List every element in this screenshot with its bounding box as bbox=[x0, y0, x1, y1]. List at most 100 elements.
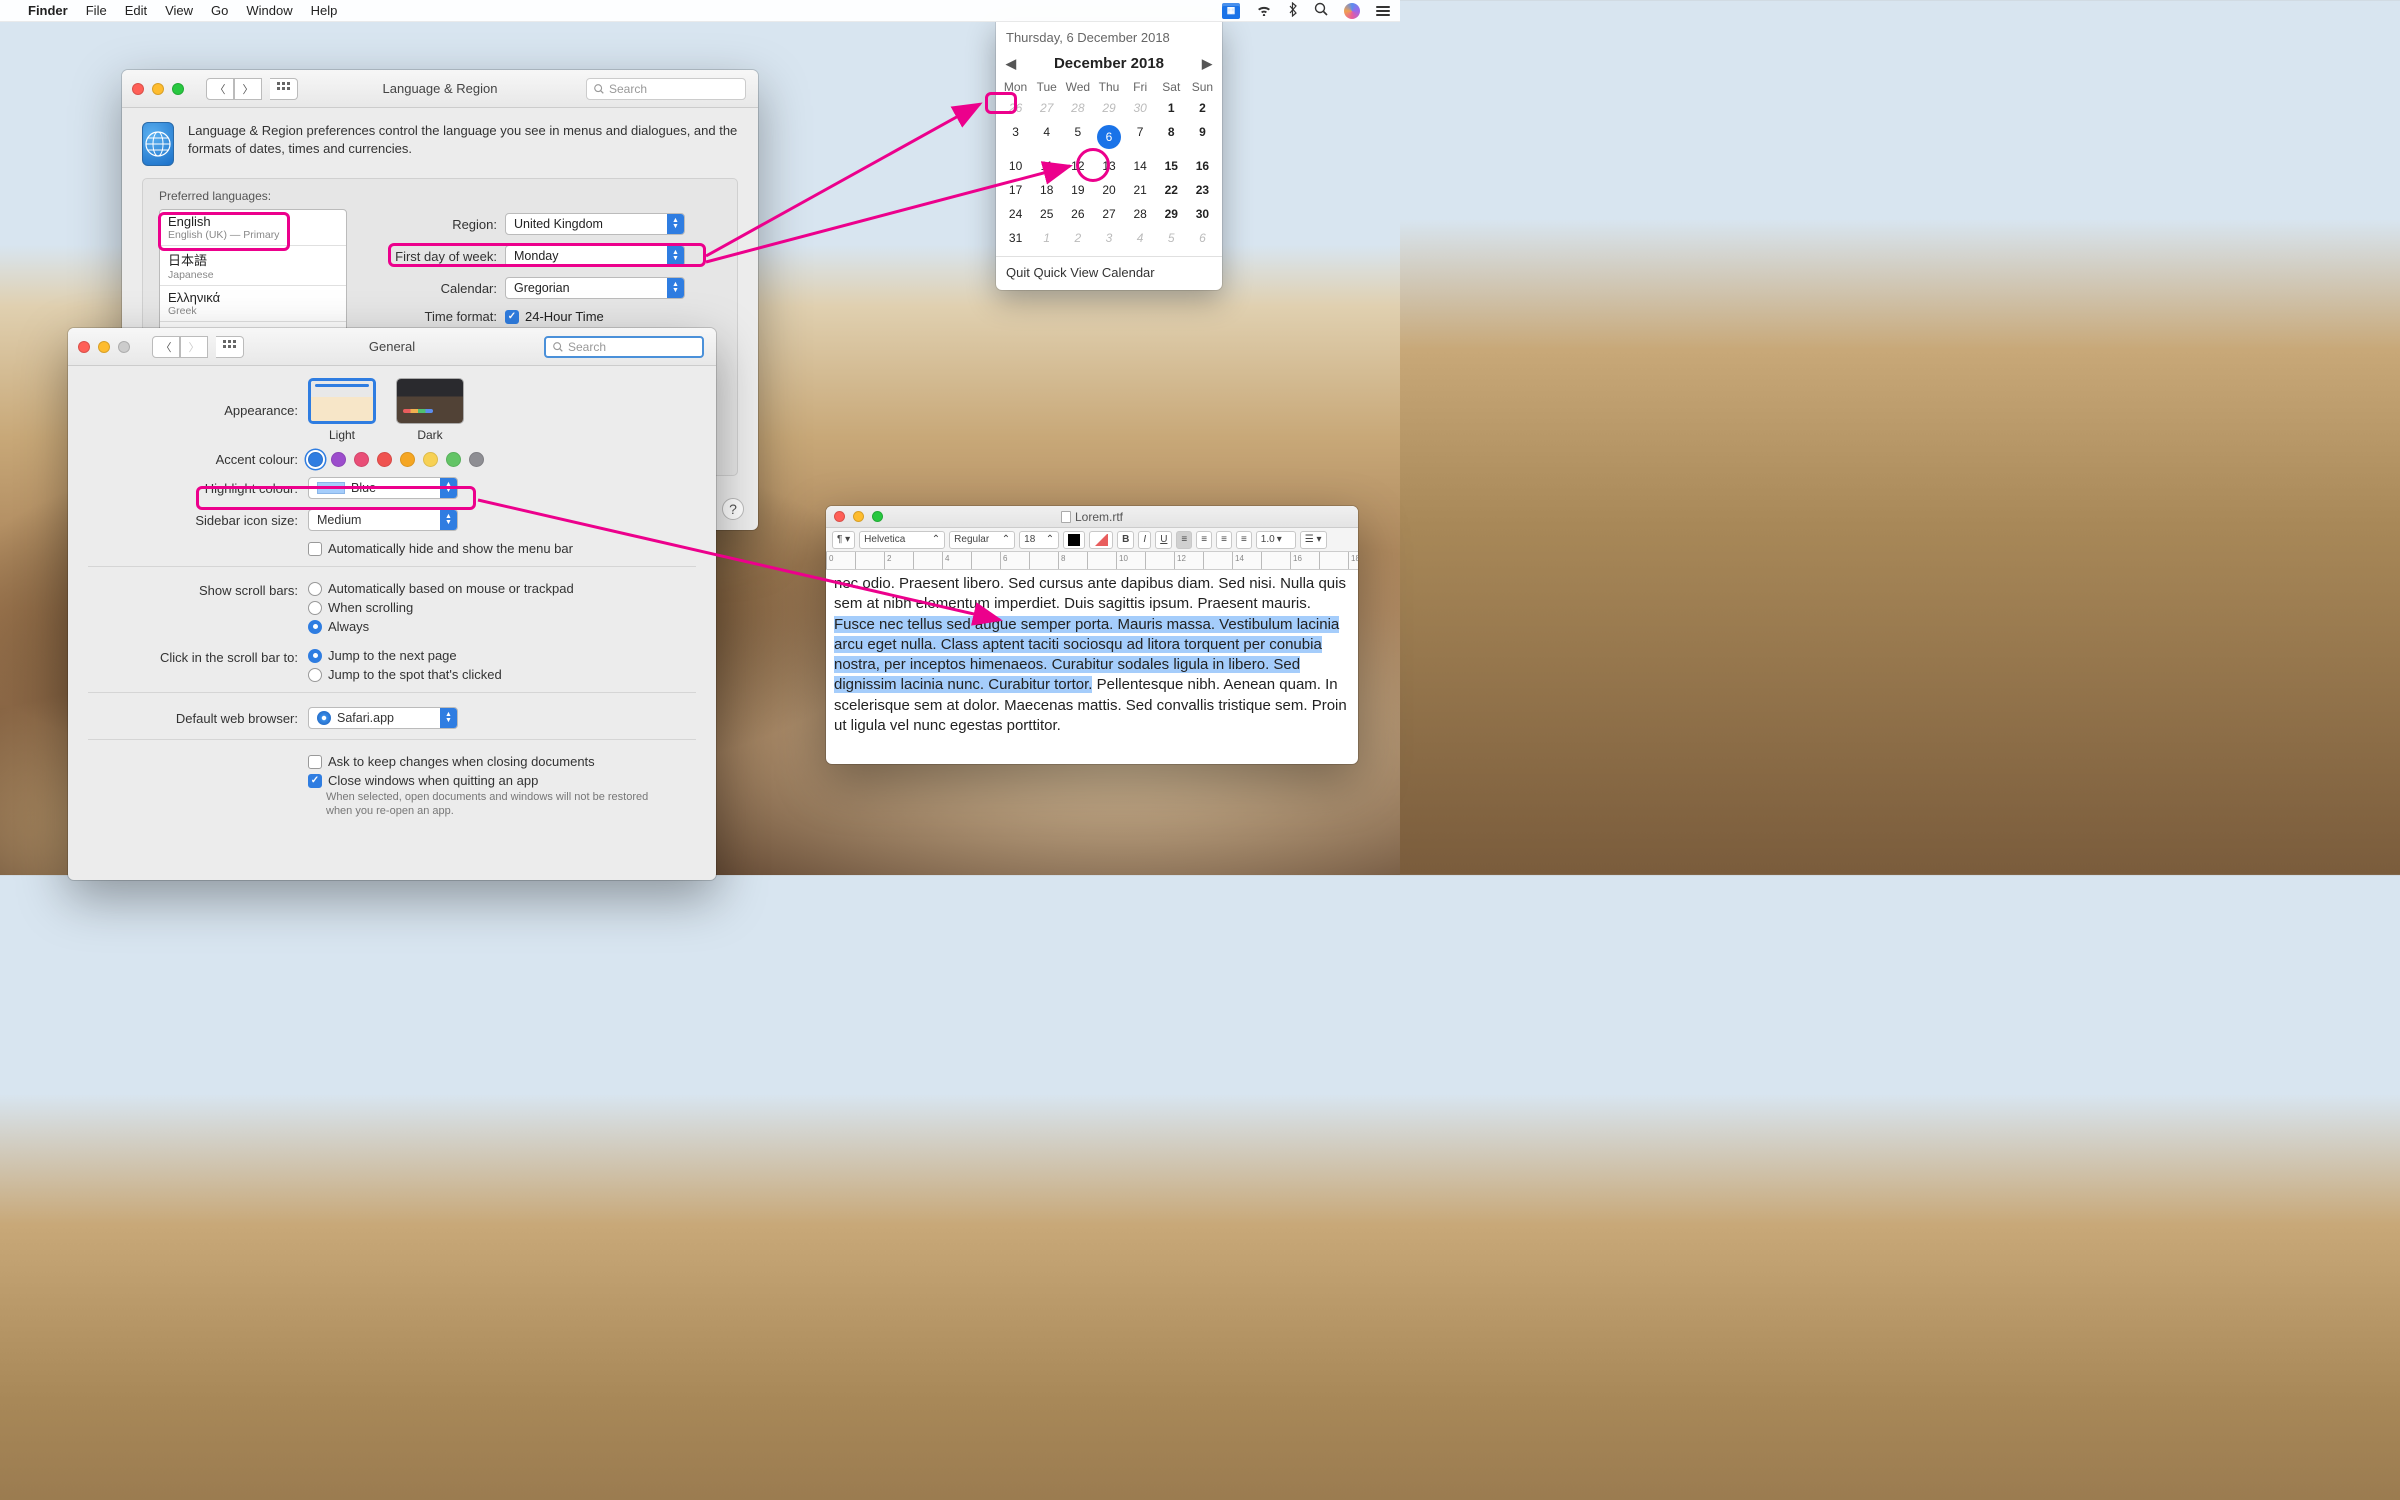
language-item-english[interactable]: English English (UK) — Primary bbox=[160, 210, 346, 246]
notification-center-icon[interactable] bbox=[1376, 6, 1390, 16]
calendar-day[interactable]: 15 bbox=[1156, 154, 1187, 178]
accent-colour-option[interactable] bbox=[354, 452, 369, 467]
zoom-button[interactable] bbox=[872, 511, 883, 522]
forward-button[interactable]: 〉 bbox=[234, 78, 262, 100]
calendar-day[interactable]: 3 bbox=[1093, 226, 1124, 250]
menu-edit[interactable]: Edit bbox=[125, 3, 147, 18]
align-center-button[interactable]: ≡ bbox=[1196, 531, 1212, 549]
close-button[interactable] bbox=[78, 341, 90, 353]
calendar-day[interactable]: 25 bbox=[1031, 202, 1062, 226]
close-button[interactable] bbox=[132, 83, 144, 95]
accent-colour-option[interactable] bbox=[423, 452, 438, 467]
calendar-day[interactable]: 24 bbox=[1000, 202, 1031, 226]
calendar-day[interactable]: 28 bbox=[1125, 202, 1156, 226]
calendar-day[interactable]: 26 bbox=[1062, 202, 1093, 226]
accent-colour-option[interactable] bbox=[400, 452, 415, 467]
zoom-button[interactable] bbox=[118, 341, 130, 353]
sidebar-icon-size-select[interactable]: Medium ▲▼ bbox=[308, 509, 458, 531]
first-day-of-week-select[interactable]: Monday ▲▼ bbox=[505, 245, 685, 267]
appearance-dark[interactable]: Dark bbox=[396, 378, 464, 442]
calendar-day[interactable]: 29 bbox=[1093, 96, 1124, 120]
accent-colour-option[interactable] bbox=[308, 452, 323, 467]
autohide-menubar-checkbox[interactable]: Automatically hide and show the menu bar bbox=[308, 541, 573, 556]
bold-button[interactable]: B bbox=[1117, 531, 1134, 549]
font-style-select[interactable]: Regular ⌃ bbox=[949, 531, 1015, 549]
document-text[interactable]: nec odio. Praesent libero. Sed cursus an… bbox=[826, 570, 1358, 744]
calendar-day[interactable]: 5 bbox=[1156, 226, 1187, 250]
calendar-day[interactable]: 16 bbox=[1187, 154, 1218, 178]
calendar-day[interactable]: 11 bbox=[1031, 154, 1062, 178]
italic-button[interactable]: I bbox=[1138, 531, 1151, 549]
region-select[interactable]: United Kingdom ▲▼ bbox=[505, 213, 685, 235]
calendar-day[interactable]: 12 bbox=[1062, 154, 1093, 178]
underline-button[interactable]: U bbox=[1155, 531, 1172, 549]
accent-colour-option[interactable] bbox=[469, 452, 484, 467]
default-browser-select[interactable]: Safari.app ▲▼ bbox=[308, 707, 458, 729]
radio-option[interactable]: Jump to the next page bbox=[308, 648, 502, 663]
list-style-select[interactable]: ☰ ▾ bbox=[1300, 531, 1327, 549]
calendar-day[interactable]: 26 bbox=[1000, 96, 1031, 120]
calendar-day[interactable]: 20 bbox=[1093, 178, 1124, 202]
accent-colour-option[interactable] bbox=[331, 452, 346, 467]
calendar-day[interactable]: 30 bbox=[1187, 202, 1218, 226]
calendar-day[interactable]: 2 bbox=[1187, 96, 1218, 120]
calendar-day[interactable]: 31 bbox=[1000, 226, 1031, 250]
prev-month-button[interactable]: ◀ bbox=[1006, 56, 1016, 72]
siri-icon[interactable] bbox=[1344, 3, 1360, 19]
calendar-day[interactable]: 10 bbox=[1000, 154, 1031, 178]
calendar-day[interactable]: 5 bbox=[1062, 120, 1093, 154]
calendar-day[interactable]: 9 bbox=[1187, 120, 1218, 154]
search-field[interactable]: Search bbox=[544, 336, 704, 358]
calendar-day[interactable]: 19 bbox=[1062, 178, 1093, 202]
highlight-colour-select[interactable]: Blue ▲▼ bbox=[308, 477, 458, 499]
radio-option[interactable]: Jump to the spot that's clicked bbox=[308, 667, 502, 682]
calendar-day[interactable]: 6 bbox=[1187, 226, 1218, 250]
accent-colour-option[interactable] bbox=[377, 452, 392, 467]
minimize-button[interactable] bbox=[853, 511, 864, 522]
calendar-day[interactable]: 3 bbox=[1000, 120, 1031, 154]
ask-keep-changes-checkbox[interactable]: Ask to keep changes when closing documen… bbox=[308, 754, 595, 769]
calendar-day[interactable]: 22 bbox=[1156, 178, 1187, 202]
calendar-day[interactable]: 23 bbox=[1187, 178, 1218, 202]
menu-view[interactable]: View bbox=[165, 3, 193, 18]
wifi-icon[interactable] bbox=[1256, 3, 1272, 19]
calendar-day[interactable]: 2 bbox=[1062, 226, 1093, 250]
font-size-select[interactable]: 18 ⌃ bbox=[1019, 531, 1059, 549]
language-item-japanese[interactable]: 日本語 Japanese bbox=[160, 246, 346, 286]
line-spacing-select[interactable]: 1.0 ▾ bbox=[1256, 531, 1296, 549]
align-justify-button[interactable]: ≡ bbox=[1236, 531, 1252, 549]
search-field[interactable]: Search bbox=[586, 78, 746, 100]
calendar-day[interactable]: 1 bbox=[1031, 226, 1062, 250]
menu-go[interactable]: Go bbox=[211, 3, 228, 18]
calendar-day[interactable]: 14 bbox=[1125, 154, 1156, 178]
align-left-button[interactable]: ≡ bbox=[1176, 531, 1192, 549]
radio-option[interactable]: When scrolling bbox=[308, 600, 574, 615]
calendar-day[interactable]: 6 bbox=[1093, 120, 1124, 154]
minimize-button[interactable] bbox=[98, 341, 110, 353]
appearance-light[interactable]: Light bbox=[308, 378, 376, 442]
align-right-button[interactable]: ≡ bbox=[1216, 531, 1232, 549]
app-menu[interactable]: Finder bbox=[28, 3, 68, 18]
calendar-day[interactable]: 28 bbox=[1062, 96, 1093, 120]
calendar-day[interactable]: 30 bbox=[1125, 96, 1156, 120]
language-item-greek[interactable]: Ελληνικά Greek bbox=[160, 286, 346, 322]
bluetooth-icon[interactable] bbox=[1288, 2, 1298, 20]
show-all-button[interactable] bbox=[216, 336, 244, 358]
calendar-day[interactable]: 29 bbox=[1156, 202, 1187, 226]
zoom-button[interactable] bbox=[172, 83, 184, 95]
calendar-day[interactable]: 18 bbox=[1031, 178, 1062, 202]
paragraph-style-select[interactable]: ¶ ▾ bbox=[832, 531, 855, 549]
next-month-button[interactable]: ▶ bbox=[1202, 56, 1212, 72]
calendar-menu-extra-icon[interactable]: ▦ bbox=[1222, 3, 1240, 19]
calendar-day[interactable]: 4 bbox=[1031, 120, 1062, 154]
close-button[interactable] bbox=[834, 511, 845, 522]
calendar-day[interactable]: 13 bbox=[1093, 154, 1124, 178]
minimize-button[interactable] bbox=[152, 83, 164, 95]
forward-button[interactable]: 〉 bbox=[180, 336, 208, 358]
show-all-button[interactable] bbox=[270, 78, 298, 100]
highlight-colour-button[interactable] bbox=[1089, 531, 1113, 549]
calendar-day[interactable]: 21 bbox=[1125, 178, 1156, 202]
calendar-day[interactable]: 4 bbox=[1125, 226, 1156, 250]
menu-window[interactable]: Window bbox=[246, 3, 292, 18]
back-button[interactable]: 〈 bbox=[206, 78, 234, 100]
